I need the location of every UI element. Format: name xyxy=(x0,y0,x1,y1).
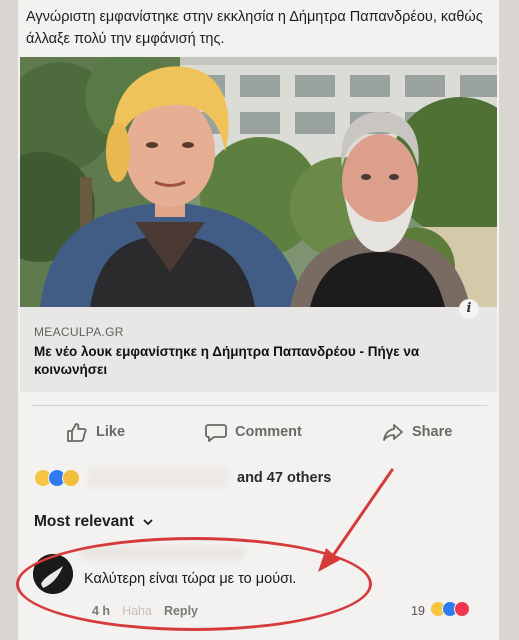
love-reaction-icon xyxy=(454,601,470,617)
comment-reaction-count[interactable]: 19 xyxy=(411,604,425,618)
link-domain: MEACULPA.GR xyxy=(34,325,124,339)
post-photo[interactable] xyxy=(20,57,497,307)
comment-reaction-icons[interactable] xyxy=(430,601,470,617)
like-button[interactable]: Like xyxy=(66,422,125,442)
chevron-down-icon xyxy=(143,519,153,526)
share-label: Share xyxy=(412,424,453,440)
share-button[interactable]: Share xyxy=(382,422,452,442)
like-label: Like xyxy=(96,424,126,440)
commenter-avatar[interactable] xyxy=(33,554,73,594)
wow-reaction-icon xyxy=(62,469,80,487)
share-icon xyxy=(383,424,403,441)
comment-text: Καλύτερη είναι τώρα με το μούσι. xyxy=(84,571,297,587)
comment-meta: 4 h Haha Reply xyxy=(92,604,198,618)
avatar-image xyxy=(33,554,73,594)
post-text: Αγνώριστη εμφανίστηκε στην εκκλησία η Δή… xyxy=(26,9,483,47)
comment-icon xyxy=(205,424,227,442)
comment-button[interactable]: Comment xyxy=(205,422,302,442)
comment-time: 4 h xyxy=(92,604,111,618)
comment-haha-button[interactable]: Haha xyxy=(122,604,152,618)
sort-label: Most relevant xyxy=(34,513,134,530)
reaction-icons[interactable] xyxy=(34,469,80,487)
comment-sort-dropdown[interactable]: Most relevant xyxy=(34,513,153,531)
actions-divider xyxy=(32,405,487,406)
info-badge[interactable]: i xyxy=(459,299,479,319)
comment-label: Comment xyxy=(235,424,302,440)
thumbs-up-icon xyxy=(67,423,87,442)
commenter-name-redacted xyxy=(80,546,245,560)
reactor-name-redacted xyxy=(88,468,228,488)
link-headline[interactable]: Με νέο λουκ εμφανίστηκε η Δήμητρα Παπανδ… xyxy=(34,343,484,379)
photo-illustration xyxy=(20,57,497,307)
reaction-summary[interactable]: and 47 others xyxy=(237,470,331,486)
comment-reply-button[interactable]: Reply xyxy=(164,604,198,618)
